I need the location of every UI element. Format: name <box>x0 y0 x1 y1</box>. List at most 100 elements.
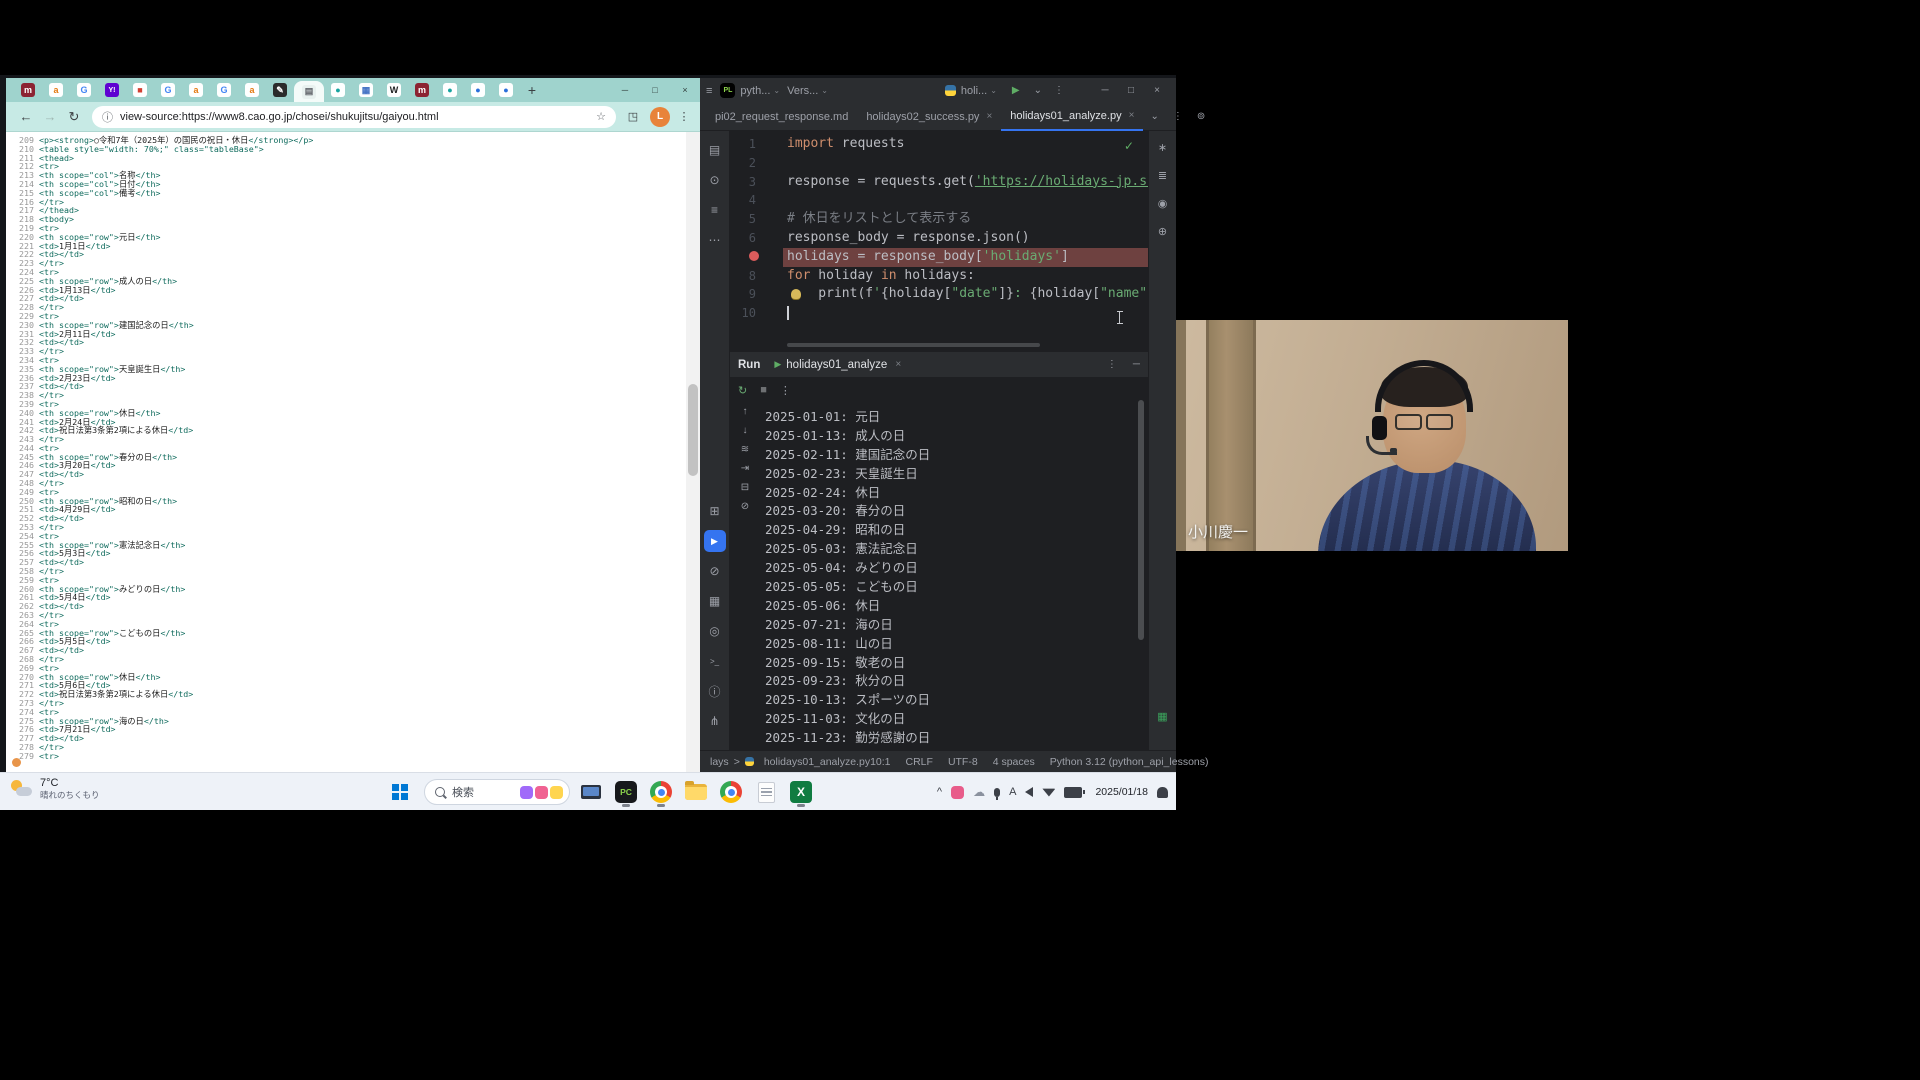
minimize-button[interactable]: ─ <box>610 78 640 102</box>
tab-list-chevron-icon[interactable]: ⌄ <box>1150 111 1158 122</box>
status-item[interactable]: 4 spaces <box>993 756 1035 768</box>
ai-assistant-icon[interactable]: ∗ <box>1158 141 1167 154</box>
soft-wrap-button[interactable]: ≋ <box>741 440 749 459</box>
breadcrumb-file[interactable]: holidays01_analyze.py <box>764 756 870 768</box>
start-button[interactable] <box>392 784 408 800</box>
tab-m[interactable]: m <box>14 78 42 102</box>
tab-google-2[interactable]: G <box>154 78 182 102</box>
tab-wikipedia[interactable]: W <box>380 78 408 102</box>
address-bar[interactable]: ⓘ view-source:https://www8.cao.go.jp/cho… <box>92 105 616 128</box>
gutter-line[interactable]: 8 <box>730 267 780 286</box>
back-button[interactable]: ← <box>14 109 38 124</box>
extensions-icon[interactable]: ◳ <box>622 110 644 123</box>
forward-button[interactable]: → <box>38 109 62 124</box>
editor-tab-holidays02_success.py[interactable]: holidays02_success.py × <box>857 103 1001 131</box>
tab-blue-grid[interactable]: ▦ <box>352 78 380 102</box>
breadcrumb[interactable]: lays <box>710 756 729 768</box>
editor-tab-pi02_request_response.md[interactable]: pi02_request_response.md <box>706 103 857 131</box>
taskbar-app-notepad[interactable] <box>753 777 779 807</box>
gutter-line[interactable]: 1 <box>730 135 780 154</box>
run-console-output[interactable]: 2025-01-01: 元日 2025-01-13: 成人の日 2025-02-11… <box>765 402 1136 750</box>
taskbar-search[interactable]: 検索 <box>424 779 570 805</box>
editor-hscrollbar[interactable] <box>787 343 1040 347</box>
services-tool-icon[interactable]: ▦ <box>704 590 726 612</box>
code-editor[interactable]: 1 2 3 4 5 6 8 9 10 import requests response = req… <box>730 131 1148 352</box>
gutter-line[interactable]: 9 <box>730 285 780 304</box>
gradle-tool-icon[interactable]: ◉ <box>1158 197 1168 210</box>
status-item[interactable]: UTF-8 <box>948 756 978 768</box>
project-tool-icon[interactable]: ▤ <box>704 139 726 161</box>
intention-bulb-icon[interactable] <box>791 289 801 300</box>
run-panel-more-icon[interactable]: ⋮ <box>1107 359 1117 370</box>
project-name[interactable]: pyth... <box>740 85 770 97</box>
status-item[interactable]: 10:1 <box>870 756 890 768</box>
chrome-menu-icon[interactable]: ⋮ <box>676 110 692 123</box>
tab-blue-app[interactable]: ● <box>464 78 492 102</box>
tray-app-icon[interactable] <box>951 785 965 799</box>
editor-tab-holidays01_analyze.py[interactable]: holidays01_analyze.py × <box>1001 103 1144 131</box>
database-tool-icon[interactable]: ≣ <box>1158 169 1167 182</box>
page-info-icon[interactable]: ⓘ <box>102 109 113 125</box>
tab-teal-app[interactable]: ● <box>324 78 352 102</box>
stop-button[interactable]: ■ <box>760 384 767 396</box>
jump-to-end-button[interactable]: ⇥ <box>741 459 749 478</box>
cloud-sync-icon[interactable]: ☁ <box>973 785 985 799</box>
run-tab-close-icon[interactable]: × <box>895 359 901 370</box>
terminal-tool-icon[interactable]: >_ <box>704 650 726 672</box>
close-button[interactable]: × <box>1144 85 1170 96</box>
url-text[interactable]: view-source:https://www8.cao.go.jp/chose… <box>120 111 590 123</box>
clock-date[interactable]: 2025/01/18 <box>1095 786 1148 798</box>
ime-indicator[interactable]: A <box>1009 786 1016 798</box>
run-panel-hide-icon[interactable]: ─ <box>1133 359 1140 370</box>
weather-widget[interactable]: 7°C 晴れのちくもり <box>10 777 100 800</box>
breakpoint-dot[interactable] <box>749 250 759 261</box>
title-more-icon[interactable]: ⋮ <box>1054 85 1064 96</box>
gutter-line[interactable]: 10 <box>730 304 780 323</box>
clear-console-button[interactable]: ⊘ <box>741 497 749 516</box>
tab-view-source-active[interactable]: ▤ <box>294 81 324 102</box>
profile-avatar[interactable]: L <box>650 106 670 127</box>
console-more-button[interactable]: ⋮ <box>780 384 791 397</box>
scrollbar-thumb[interactable] <box>688 384 698 476</box>
project-icon[interactable]: PL <box>720 83 736 98</box>
search-highlight-icons[interactable] <box>520 785 563 799</box>
rerun-button[interactable]: ↻ <box>738 384 747 397</box>
tab-close-icon[interactable]: × <box>986 111 992 122</box>
status-item[interactable]: Python 3.12 (python_api_lessons) <box>1050 756 1209 768</box>
print-button[interactable]: ⊟ <box>741 478 749 497</box>
new-tab-button[interactable]: + <box>520 78 544 102</box>
taskbar-app-task-view[interactable] <box>578 777 604 807</box>
tab-blue-app-2[interactable]: ● <box>492 78 520 102</box>
tab-red-app[interactable]: ■ <box>126 78 154 102</box>
tab-editor[interactable]: ✎ <box>266 78 294 102</box>
run-tool-icon[interactable]: ▶ <box>703 530 726 552</box>
tray-chevron-icon[interactable]: ^ <box>937 786 942 798</box>
run-button[interactable]: ▶ <box>1012 85 1020 96</box>
sheets-plugin-icon[interactable]: ▦ <box>1157 710 1167 723</box>
debug-tool-icon[interactable]: ⊘ <box>704 560 726 582</box>
more-tools-icon[interactable]: ⋯ <box>704 229 726 251</box>
maximize-button[interactable]: □ <box>640 78 670 102</box>
taskbar-app-pycharm[interactable]: PC <box>613 777 639 807</box>
console-scrollbar[interactable] <box>1138 400 1144 640</box>
debug-button[interactable]: ⌄ <box>1034 85 1042 96</box>
reload-button[interactable]: ↻ <box>62 109 86 125</box>
notification-center-icon[interactable] <box>1157 786 1168 798</box>
tab-amazon-3[interactable]: a <box>238 78 266 102</box>
microphone-icon[interactable] <box>994 787 1001 800</box>
status-item[interactable]: CRLF <box>906 756 933 768</box>
python-console-tool-icon[interactable]: ◎ <box>704 620 726 642</box>
tab-amazon[interactable]: a <box>42 78 70 102</box>
main-menu-icon[interactable]: ≡ <box>706 85 712 97</box>
gutter-line[interactable]: 3 <box>730 173 780 192</box>
dependencies-tool-icon[interactable]: ⊕ <box>1158 225 1167 238</box>
gutter-line[interactable] <box>730 248 780 267</box>
vcs-widget[interactable]: Vers... <box>787 85 818 97</box>
scroll-end-button[interactable]: ↓ <box>743 421 748 440</box>
minimize-button[interactable]: ─ <box>1092 85 1118 96</box>
gutter-line[interactable]: 2 <box>730 154 780 173</box>
speaker-icon[interactable] <box>1025 787 1034 797</box>
scroll-top-button[interactable]: ↑ <box>743 402 748 421</box>
tab-google[interactable]: G <box>70 78 98 102</box>
wifi-icon[interactable] <box>1042 788 1056 797</box>
